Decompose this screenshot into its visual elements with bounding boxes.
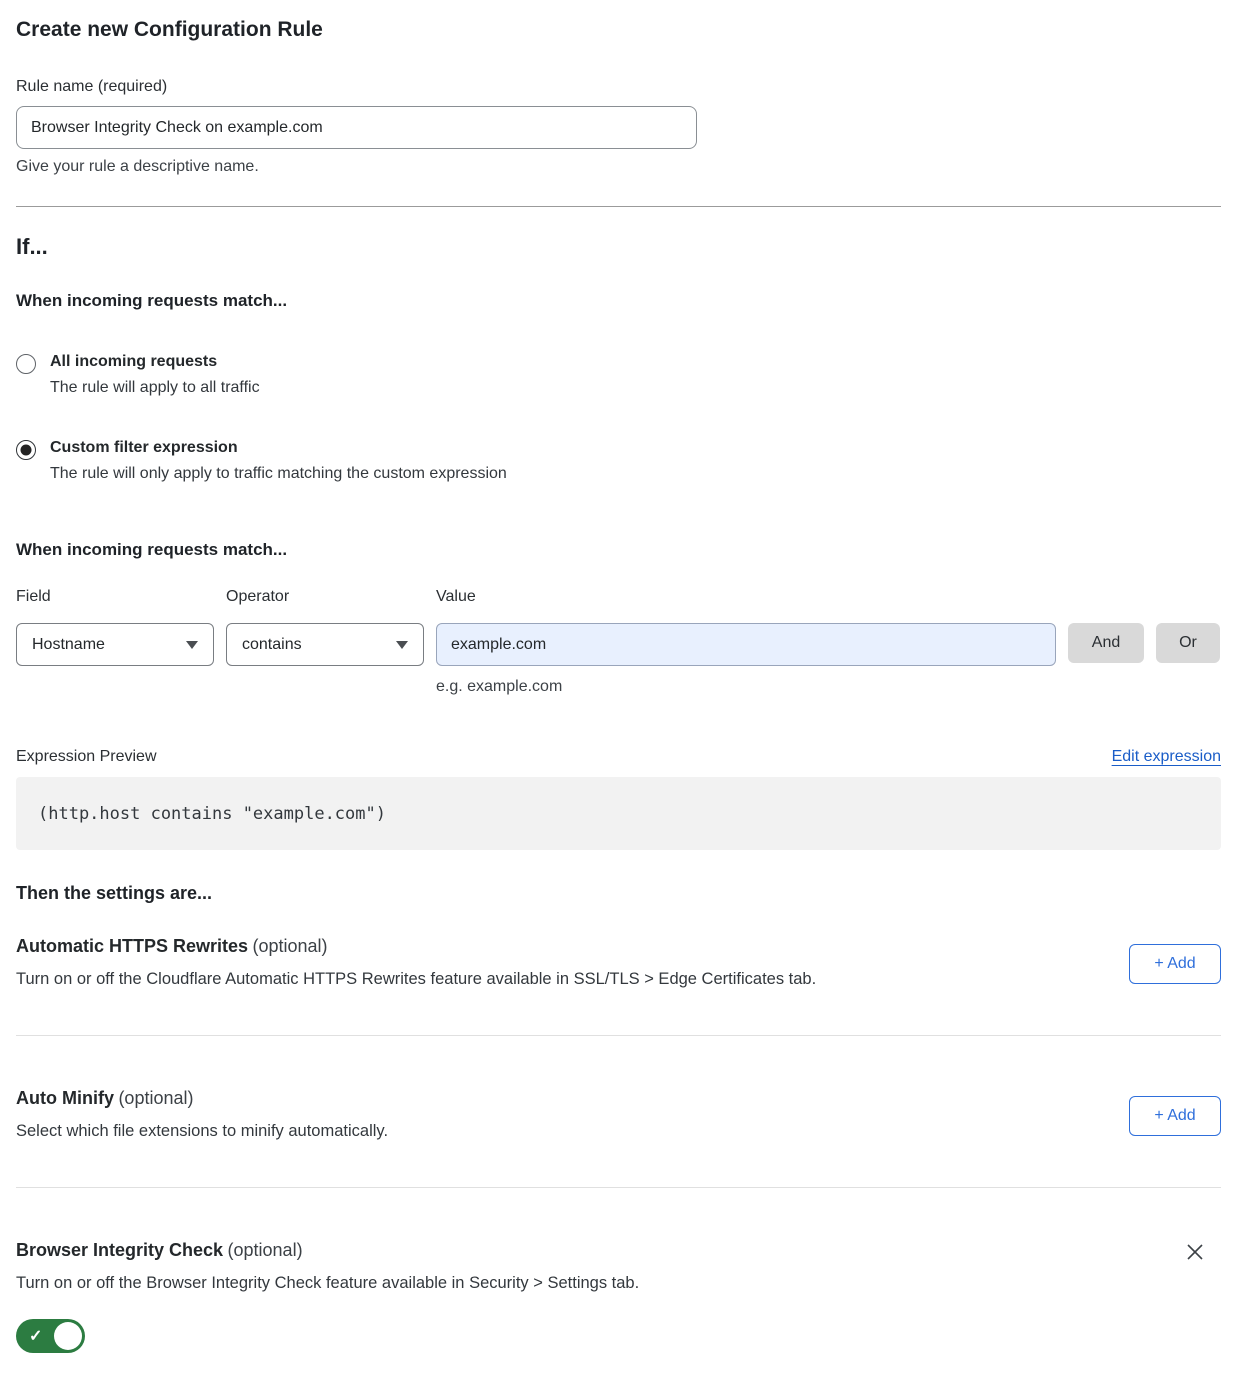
setting-title: Browser Integrity Check: [16, 1240, 223, 1260]
or-button[interactable]: Or: [1156, 623, 1220, 663]
operator-select-value: contains: [242, 636, 302, 654]
operator-select[interactable]: contains: [226, 623, 424, 666]
setting-automatic-https-rewrites: Automatic HTTPS Rewrites (optional) Turn…: [16, 936, 1221, 989]
add-automatic-https-rewrites-button[interactable]: + Add: [1129, 944, 1221, 984]
setting-optional-tag: (optional): [118, 1088, 193, 1108]
operator-column: Operator contains: [226, 588, 424, 666]
rule-name-input[interactable]: [16, 106, 697, 149]
expression-preview-box: (http.host contains "example.com"): [16, 777, 1221, 850]
field-select-value: Hostname: [32, 636, 105, 654]
setting-description: Select which file extensions to minify a…: [16, 1122, 388, 1141]
radio-option-all-incoming-requests[interactable]: All incoming requests The rule will appl…: [16, 353, 1221, 397]
radio-description: The rule will only apply to traffic matc…: [50, 465, 507, 483]
setting-optional-tag: (optional): [253, 936, 328, 956]
browser-integrity-check-toggle[interactable]: ✓: [16, 1319, 85, 1353]
radio-description: The rule will apply to all traffic: [50, 379, 260, 397]
radio-unselected-icon[interactable]: [16, 354, 36, 374]
value-hint: e.g. example.com: [436, 678, 1056, 696]
then-settings-heading: Then the settings are...: [16, 883, 1221, 904]
setting-title: Auto Minify: [16, 1088, 114, 1108]
expression-code: (http.host contains "example.com"): [38, 804, 386, 824]
chevron-down-icon: [396, 641, 408, 649]
setting-description: Turn on or off the Browser Integrity Che…: [16, 1274, 639, 1293]
setting-texts: Automatic HTTPS Rewrites (optional) Turn…: [16, 936, 816, 989]
setting-auto-minify: Auto Minify (optional) Select which file…: [16, 1088, 1221, 1141]
radio-selected-icon[interactable]: [16, 440, 36, 460]
expression-builder-row: Field Hostname Operator contains Value e…: [16, 588, 1221, 696]
page-title: Create new Configuration Rule: [16, 18, 1221, 42]
divider: [16, 206, 1221, 207]
field-label: Field: [16, 588, 214, 606]
radio-label: All incoming requests: [50, 353, 260, 371]
value-label: Value: [436, 588, 1056, 606]
setting-title: Automatic HTTPS Rewrites: [16, 936, 248, 956]
setting-texts: Browser Integrity Check (optional) Turn …: [16, 1240, 639, 1358]
check-icon: ✓: [29, 1326, 42, 1346]
chevron-down-icon: [186, 641, 198, 649]
close-icon: [1185, 1242, 1205, 1262]
setting-optional-tag: (optional): [228, 1240, 303, 1260]
edit-expression-link[interactable]: Edit expression: [1112, 748, 1221, 766]
rule-name-label: Rule name (required): [16, 78, 1221, 96]
remove-setting-button[interactable]: [1183, 1240, 1207, 1264]
setting-browser-integrity-check: Browser Integrity Check (optional) Turn …: [16, 1240, 1221, 1358]
expression-preview-label: Expression Preview: [16, 748, 157, 766]
and-button[interactable]: And: [1068, 623, 1144, 663]
if-heading: If...: [16, 234, 1221, 260]
field-column: Field Hostname: [16, 588, 214, 666]
expression-builder-heading: When incoming requests match...: [16, 540, 1221, 560]
add-auto-minify-button[interactable]: + Add: [1129, 1096, 1221, 1136]
expression-preview-header: Expression Preview Edit expression: [16, 748, 1221, 766]
divider: [16, 1035, 1221, 1036]
radio-option-custom-filter-expression[interactable]: Custom filter expression The rule will o…: [16, 439, 1221, 483]
value-column: Value e.g. example.com: [436, 588, 1056, 696]
field-select[interactable]: Hostname: [16, 623, 214, 666]
value-input[interactable]: [436, 623, 1056, 666]
radio-label: Custom filter expression: [50, 439, 507, 457]
divider: [16, 1187, 1221, 1188]
match-heading: When incoming requests match...: [16, 291, 1221, 311]
operator-label: Operator: [226, 588, 424, 606]
rule-name-help: Give your rule a descriptive name.: [16, 158, 1221, 176]
setting-texts: Auto Minify (optional) Select which file…: [16, 1088, 388, 1141]
toggle-knob[interactable]: [54, 1322, 82, 1350]
setting-description: Turn on or off the Cloudflare Automatic …: [16, 970, 816, 989]
